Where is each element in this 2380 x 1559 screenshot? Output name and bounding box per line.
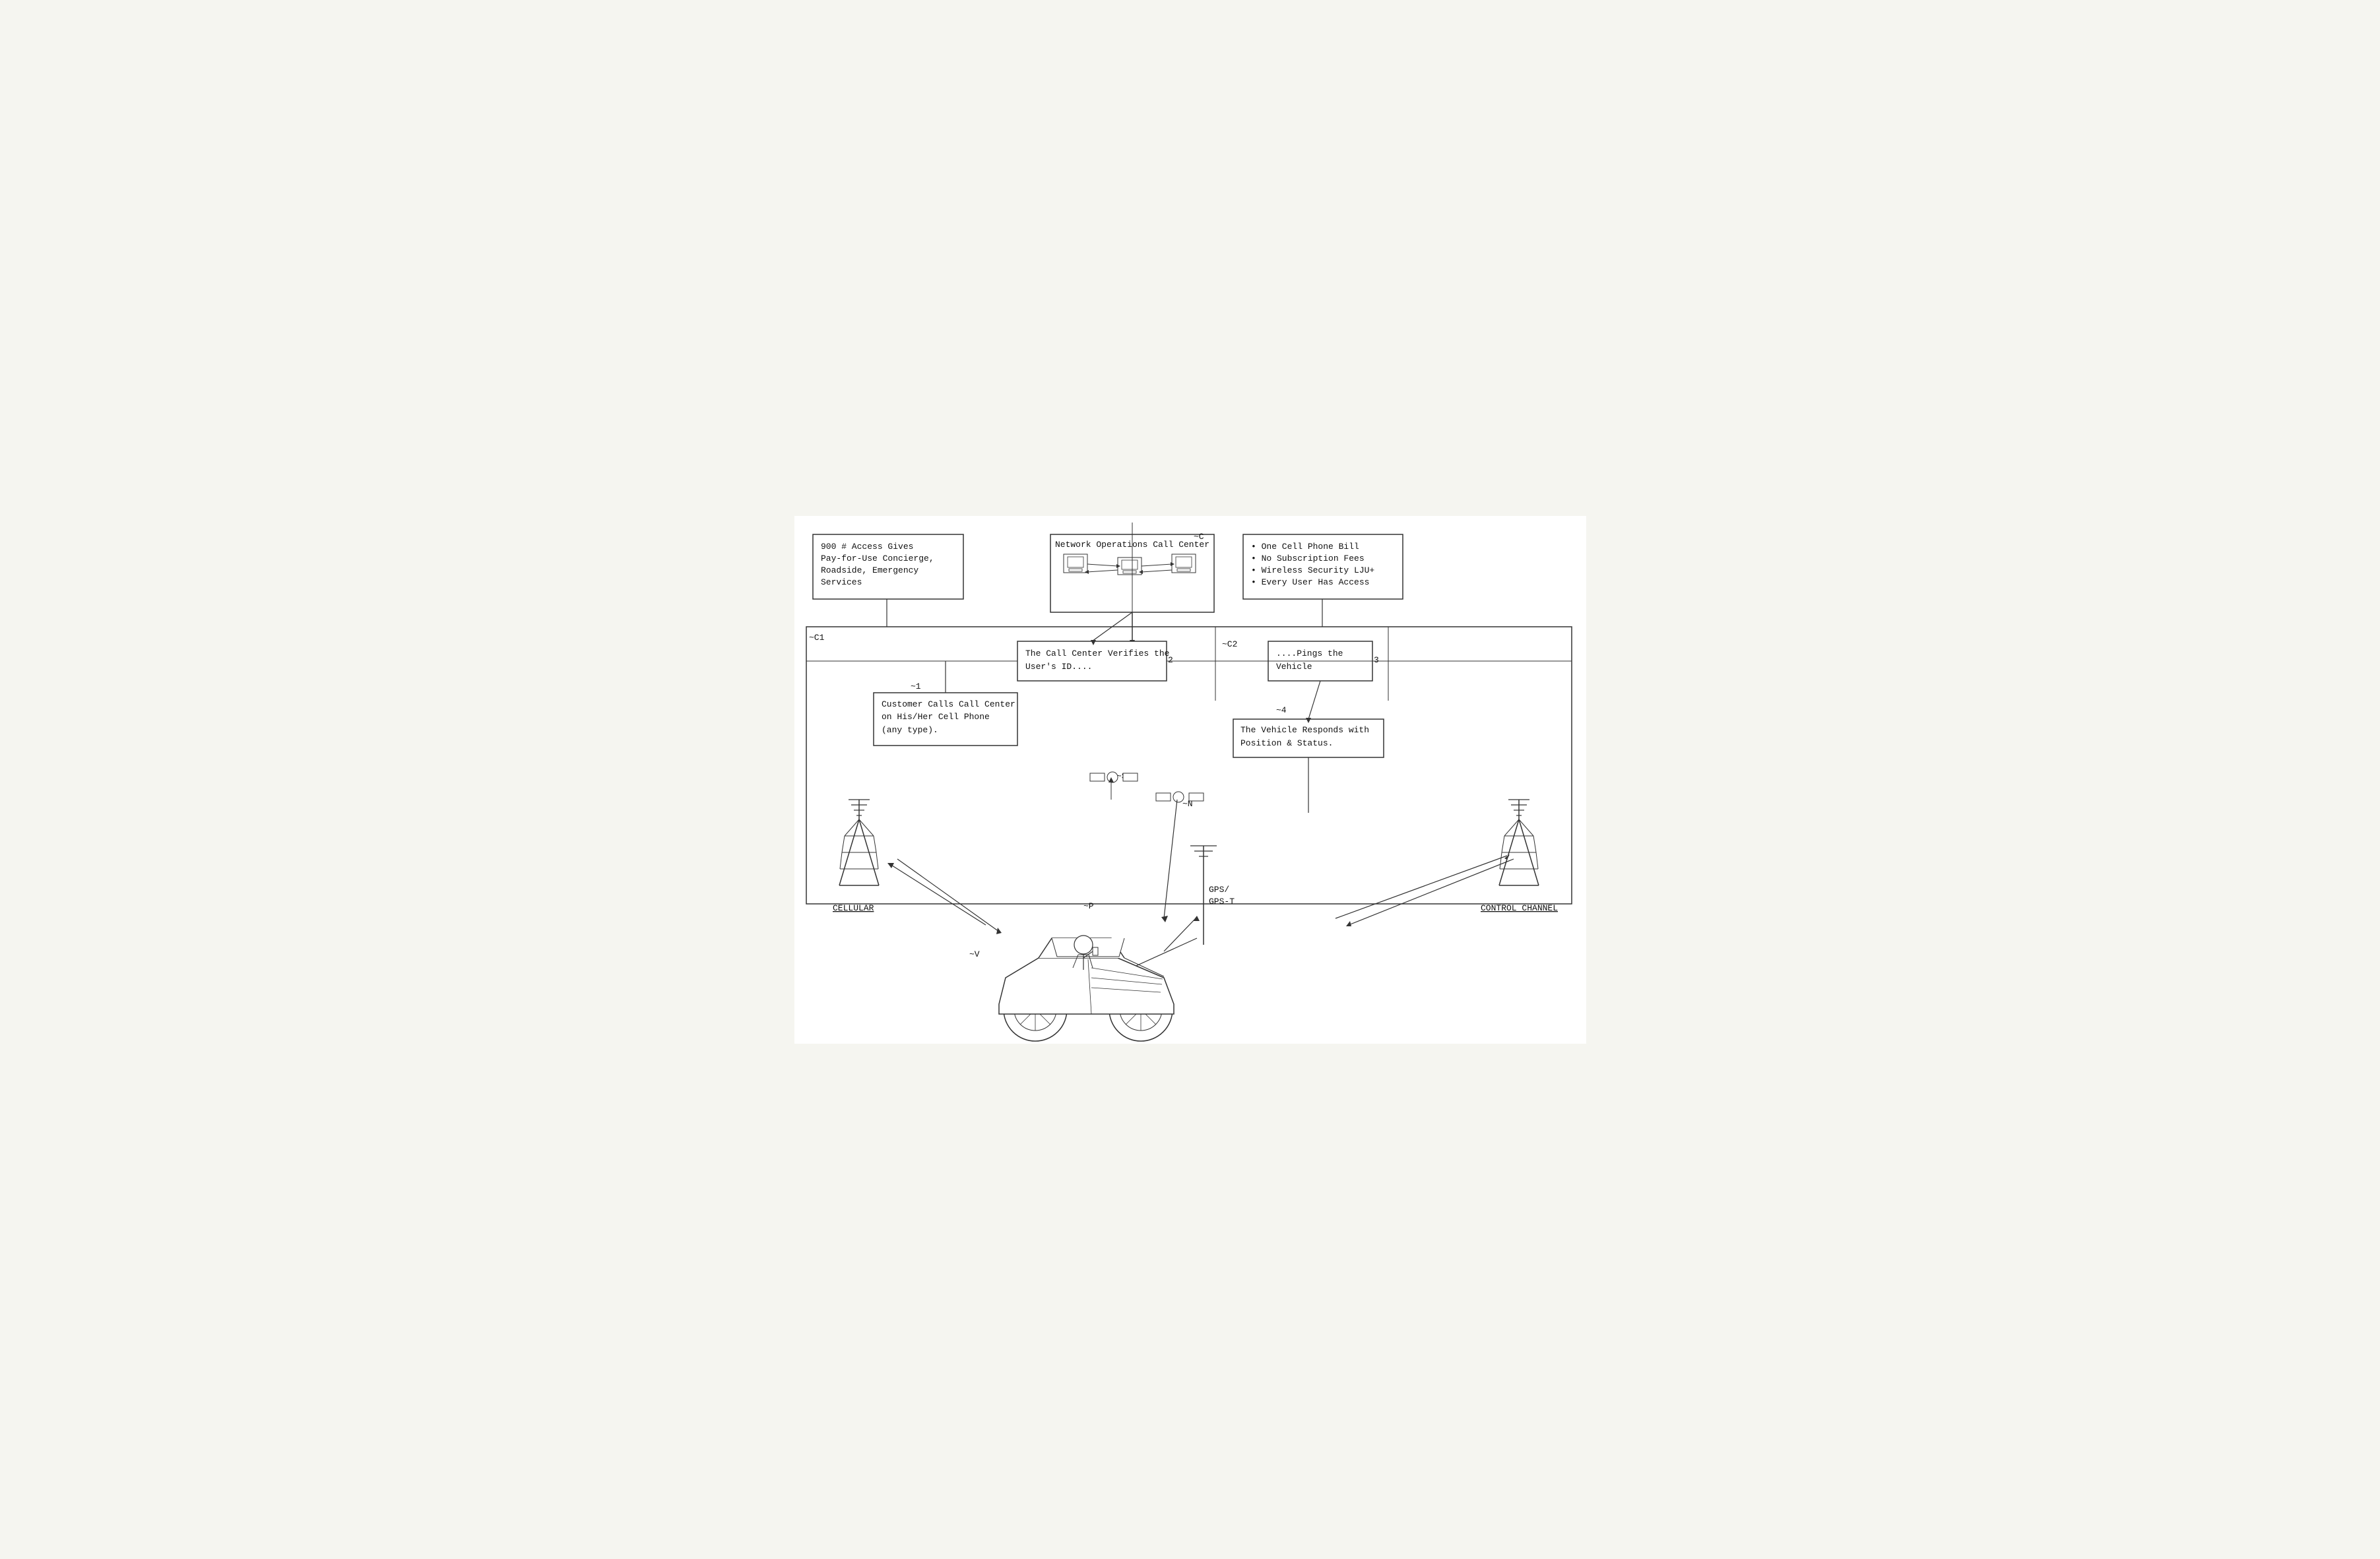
- svg-text:~V: ~V: [969, 949, 980, 959]
- svg-text:• One Cell Phone Bill: • One Cell Phone Bill: [1251, 542, 1359, 552]
- svg-text:2: 2: [1168, 655, 1173, 665]
- svg-text:~C: ~C: [1194, 532, 1204, 542]
- svg-text:~C1: ~C1: [809, 633, 825, 643]
- svg-text:The Vehicle Responds with: The Vehicle Responds with: [1240, 725, 1369, 735]
- svg-text:• Wireless Security LJU+: • Wireless Security LJU+: [1251, 565, 1374, 575]
- svg-text:(any type).: (any type).: [882, 725, 938, 735]
- svg-text:3: 3: [1374, 655, 1379, 665]
- svg-text:~P: ~P: [1083, 901, 1094, 911]
- svg-text:The Call Center Verifies the: The Call Center Verifies the: [1025, 649, 1169, 658]
- svg-text:GPS-T: GPS-T: [1209, 897, 1235, 907]
- svg-text:Roadside, Emergency: Roadside, Emergency: [821, 565, 918, 575]
- svg-text:~4: ~4: [1276, 705, 1287, 715]
- svg-text:900 # Access Gives: 900 # Access Gives: [821, 542, 913, 552]
- svg-text:~1: ~1: [911, 682, 921, 691]
- svg-text:CELLULAR: CELLULAR: [833, 903, 874, 913]
- svg-text:Position & Status.: Position & Status.: [1240, 738, 1333, 748]
- svg-text:....Pings the: ....Pings the: [1276, 649, 1343, 658]
- svg-text:on His/Her Cell Phone: on His/Her Cell Phone: [882, 712, 990, 722]
- svg-text:~C2: ~C2: [1222, 639, 1237, 649]
- svg-text:CONTROL CHANNEL: CONTROL CHANNEL: [1481, 903, 1558, 913]
- svg-text:Vehicle: Vehicle: [1276, 662, 1312, 672]
- svg-text:Pay-for-Use Concierge,: Pay-for-Use Concierge,: [821, 554, 934, 563]
- diagram-container: Network Operations Call Center ~C 900 # …: [794, 516, 1586, 1044]
- svg-text:User's ID....: User's ID....: [1025, 662, 1092, 672]
- svg-text:GPS/: GPS/: [1209, 885, 1229, 895]
- svg-text:Customer Calls Call Center: Customer Calls Call Center: [882, 699, 1015, 709]
- svg-text:• Every User Has Access: • Every User Has Access: [1251, 577, 1369, 587]
- svg-text:Services: Services: [821, 577, 862, 587]
- svg-text:• No Subscription Fees: • No Subscription Fees: [1251, 554, 1365, 563]
